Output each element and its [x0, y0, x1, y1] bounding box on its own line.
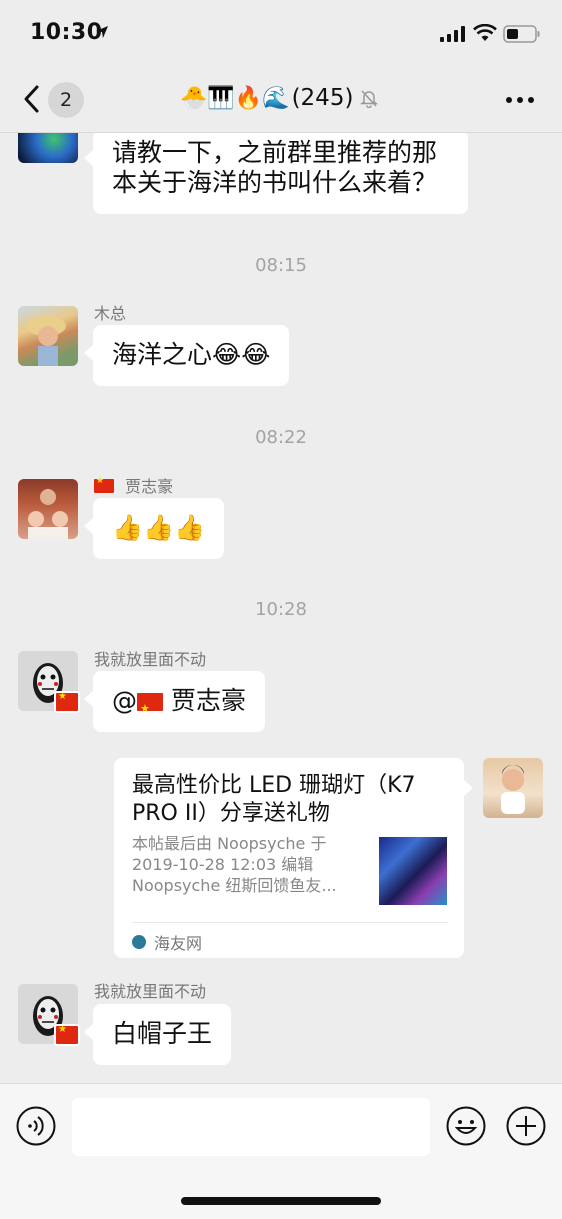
timestamp: 08:15	[255, 255, 307, 276]
message-bubble[interactable]: @ 贾志豪	[84, 671, 265, 732]
link-card-desc-line: 2019-10-28 12:03 编辑	[132, 855, 314, 874]
voice-input-icon[interactable]	[16, 1106, 56, 1146]
link-card-desc-line: 本帖最后由 Noopsyche 于	[132, 834, 327, 853]
avatar[interactable]	[18, 133, 78, 163]
link-card-description: 本帖最后由 Noopsyche 于 2019-10-28 12:03 编辑 No…	[132, 833, 364, 896]
link-card-desc-line: Noopsyche 纽斯回馈鱼友...	[132, 876, 337, 895]
flag-badge-icon	[54, 691, 80, 713]
message-text: 白帽子王	[112, 1019, 213, 1048]
group-title-emoji: 🐣🎹🔥🌊	[180, 85, 290, 111]
add-more-icon[interactable]	[506, 1106, 546, 1146]
message-text: 贾志豪	[163, 686, 246, 715]
sender-name: 我就放里面不动	[94, 650, 207, 669]
message-text-line: 本关于海洋的书叫什么来着？	[112, 168, 438, 197]
avatar-image	[26, 316, 66, 366]
group-title: 🐣🎹🔥🌊 (245)	[180, 85, 379, 111]
china-flag-icon	[94, 476, 114, 493]
link-card-source: 海友网	[132, 930, 202, 954]
message-bubble[interactable]: 海洋之心😂😂	[83, 325, 290, 386]
link-card-title: 最高性价比 LED 珊瑚灯（K7 PRO II）分享送礼物	[132, 773, 416, 826]
avatar[interactable]	[18, 984, 80, 1046]
message-bubble[interactable]: 白帽子王	[83, 1004, 232, 1065]
sender-name-text: 贾志豪	[125, 477, 174, 496]
more-options-icon[interactable]	[505, 96, 535, 104]
muted-bell-icon	[360, 90, 379, 108]
sender-name: 贾志豪	[94, 473, 173, 497]
avatar[interactable]	[18, 479, 78, 539]
unread-count-badge[interactable]: 2	[48, 82, 84, 118]
my-avatar[interactable]	[483, 758, 543, 818]
link-card-thumbnail	[379, 837, 447, 905]
location-arrow-icon	[96, 26, 108, 38]
timestamp: 08:22	[255, 427, 307, 448]
wifi-icon	[473, 24, 497, 41]
china-flag-icon	[137, 691, 163, 727]
mention-at: @	[112, 686, 137, 715]
back-chevron-icon[interactable]	[20, 84, 44, 114]
emoji-icon[interactable]	[446, 1106, 486, 1146]
message-input[interactable]	[72, 1098, 430, 1156]
message-list[interactable]: 请教一下，之前群里推荐的那 本关于海洋的书叫什么来着？ 08:15 木总 海洋之…	[0, 133, 562, 1083]
divider	[132, 922, 448, 923]
cellular-signal-icon	[440, 26, 465, 42]
battery-icon	[503, 25, 540, 43]
message-text: 👍👍👍	[112, 513, 206, 542]
avatar[interactable]	[18, 651, 80, 713]
link-card-source-name: 海友网	[154, 934, 203, 953]
message-text-line: 请教一下，之前群里推荐的那	[112, 138, 438, 167]
sender-name: 我就放里面不动	[94, 982, 207, 1001]
home-indicator[interactable]	[181, 1197, 381, 1205]
status-bar: 10:30	[0, 0, 562, 68]
group-member-count: (245)	[291, 85, 354, 111]
message-text: 海洋之心😂😂	[112, 340, 271, 369]
avatar[interactable]	[18, 306, 78, 366]
avatar-image	[501, 765, 525, 814]
sender-name: 木总	[94, 304, 127, 323]
status-time: 10:30	[30, 20, 103, 45]
flag-badge-icon	[54, 1024, 80, 1046]
message-bubble[interactable]: 👍👍👍	[83, 498, 225, 559]
message-bubble[interactable]: 请教一下，之前群里推荐的那 本关于海洋的书叫什么来着？	[84, 133, 468, 214]
chat-header: 2 🐣🎹🔥🌊 (245)	[0, 68, 562, 133]
source-logo-icon	[132, 935, 146, 949]
avatar-image	[28, 489, 68, 539]
timestamp: 10:28	[255, 599, 307, 620]
link-card[interactable]: 最高性价比 LED 珊瑚灯（K7 PRO II）分享送礼物 本帖最后由 Noop…	[114, 758, 473, 958]
